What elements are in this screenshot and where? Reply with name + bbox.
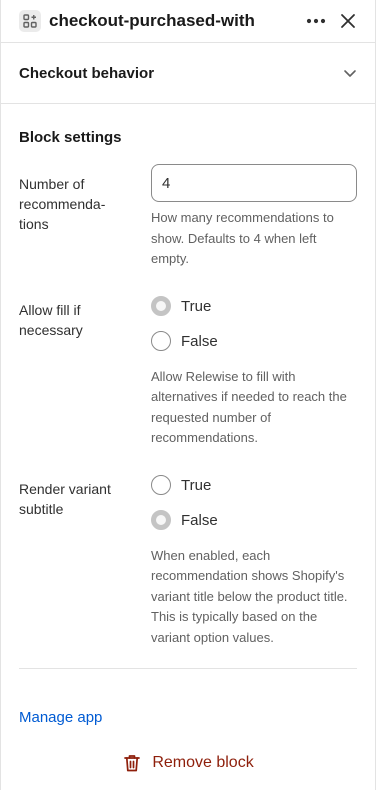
remove-block-label: Remove block	[152, 754, 254, 771]
radio-label: True	[181, 297, 212, 315]
render-variant-setting: Render variant subtitle True False When e…	[19, 475, 357, 649]
recommendations-input[interactable]	[151, 164, 357, 202]
block-title: checkout-purchased-with	[49, 11, 255, 30]
allow-fill-label: Allow fill if necessary	[19, 301, 83, 338]
radio-checked-icon	[151, 296, 171, 316]
radio-unchecked-icon	[151, 331, 171, 351]
chevron-down-icon	[344, 69, 356, 77]
manage-app-link[interactable]: Manage app	[19, 709, 102, 726]
radio-label: True	[181, 476, 212, 494]
apps-block-icon	[19, 10, 41, 32]
trash-icon	[124, 755, 141, 772]
render-variant-false-radio[interactable]: False	[151, 503, 357, 538]
allow-fill-false-radio[interactable]: False	[151, 324, 357, 359]
recommendations-setting: Number ofrecommenda-tions How many recom…	[19, 164, 357, 270]
render-variant-true-radio[interactable]: True	[151, 468, 357, 503]
block-settings-section: Block settings Number of recommenda-tions…	[1, 129, 375, 648]
panel-header: checkout-purchased-with	[1, 0, 375, 43]
close-button[interactable]	[335, 8, 361, 34]
remove-block-button[interactable]: Remove block	[1, 754, 376, 772]
allow-fill-setting: Allow fill if necessary True False Allow …	[19, 296, 357, 449]
more-actions-button[interactable]	[303, 8, 329, 34]
radio-checked-icon	[151, 510, 171, 530]
radio-label: False	[181, 332, 218, 350]
allow-fill-help: Allow Relewise to fill with alternatives…	[151, 368, 347, 446]
accordion-title: Checkout behavior	[19, 64, 155, 82]
render-variant-help: When enabled, each recommendation shows …	[151, 547, 348, 645]
radio-label: False	[181, 511, 218, 529]
radio-unchecked-icon	[151, 475, 171, 495]
divider	[19, 668, 357, 669]
allow-fill-true-radio[interactable]: True	[151, 289, 357, 324]
render-variant-label: Render variant subtitle	[19, 480, 111, 517]
block-settings-panel: checkout-purchased-with Checkout behavio…	[0, 0, 376, 790]
more-horizontal-icon	[306, 18, 326, 24]
recommendations-label: Number of recommenda-tions	[19, 176, 106, 232]
checkout-behavior-accordion[interactable]: Checkout behavior	[1, 43, 375, 104]
close-icon	[341, 14, 355, 28]
recommendations-help: How many recommendations to show. Defaul…	[151, 210, 334, 266]
section-title: Block settings	[19, 129, 122, 146]
